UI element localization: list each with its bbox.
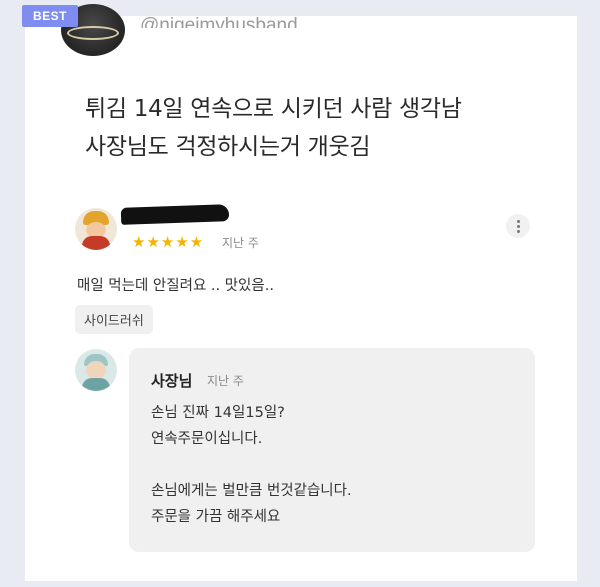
more-dot-icon [516, 229, 520, 233]
avatar-body [82, 378, 110, 391]
post-title-line-1: 튀김 14일 연속으로 시키던 사람 생각남 [85, 96, 462, 122]
more-dot-icon [516, 219, 520, 223]
owner-reply-time: 지난 주 [207, 374, 244, 388]
post-title: 튀김 14일 연속으로 시키던 사람 생각남 사장님도 걱정하시는거 개웃김 [85, 90, 555, 166]
post-title-line-2: 사장님도 걱정하시는거 개웃김 [85, 134, 371, 160]
best-badge: BEST [22, 5, 79, 27]
author-handle[interactable]: @nigeimyhusband [140, 16, 298, 28]
review-time: 지난 주 [222, 236, 259, 250]
owner-reply-text: 손님 진짜 14일15일? 연속주문이십니다. 손님에게는 벌만큼 번것같습니다… [151, 405, 352, 525]
avatar-face [86, 361, 106, 379]
more-dot-icon [516, 224, 520, 228]
owner-reply-bubble: 사장님 지난 주 손님 진짜 14일15일? 연속주문이십니다. 손님에게는 벌… [129, 348, 535, 552]
post-card: @nigeimyhusband 튀김 14일 연속으로 시키던 사람 생각남 사… [25, 4, 577, 581]
avatar-logo-ring [67, 26, 119, 40]
owner-name: 사장님 [151, 372, 193, 390]
menu-tag-chip[interactable]: 사이드러쉬 [75, 305, 153, 334]
owner-avatar[interactable] [75, 349, 117, 391]
reviewer-avatar[interactable] [75, 208, 117, 250]
reviewer-name-redacted [120, 204, 230, 225]
review-text: 매일 먹는데 안질려요 .. 맛있음.. [77, 278, 274, 294]
rating-stars: ★★★★★ [132, 233, 205, 251]
more-options-button[interactable] [506, 214, 530, 238]
avatar-body [82, 236, 110, 250]
